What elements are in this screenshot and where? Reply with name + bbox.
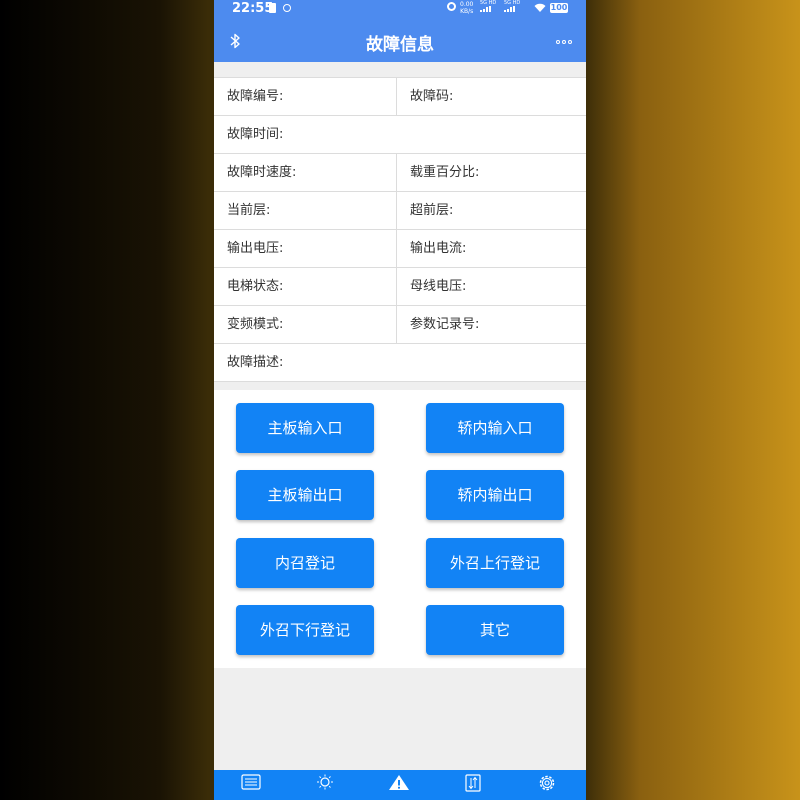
signal-1-icon: 5G HD: [480, 0, 496, 12]
fault-no-label: 故障编号:: [214, 78, 397, 115]
inner-call-button[interactable]: 内召登记: [236, 538, 374, 588]
sliders-icon: [241, 774, 261, 790]
nav-item-transfer[interactable]: [436, 774, 510, 792]
status-time: 22:55: [232, 1, 274, 16]
advance-floor-label: 超前层:: [410, 203, 454, 218]
fault-speed-label: 故障时速度:: [214, 154, 397, 191]
gear-icon: [539, 775, 555, 791]
fault-desc-label: 故障描述:: [227, 355, 284, 370]
table-row: 电梯状态: 母线电压:: [214, 268, 586, 306]
bottom-nav: [214, 770, 586, 800]
warning-icon: [389, 775, 409, 790]
table-row: 变频模式: 参数记录号:: [214, 306, 586, 344]
outer-call-down-button[interactable]: 外召下行登记: [236, 605, 374, 655]
load-percent-label: 载重百分比:: [410, 165, 480, 180]
more-icon[interactable]: [556, 40, 572, 44]
app-bar: 故障信息: [214, 18, 586, 62]
table-row: 输出电压: 输出电流:: [214, 230, 586, 268]
table-row: 故障时速度: 载重百分比:: [214, 154, 586, 192]
car-input-button[interactable]: 轿内输入口: [426, 403, 564, 453]
car-output-button[interactable]: 轿内输出口: [426, 470, 564, 520]
table-row: 故障时间:: [214, 116, 586, 154]
elevator-status-label: 电梯状态:: [214, 268, 397, 305]
fault-time-label: 故障时间:: [227, 127, 284, 142]
output-voltage-label: 输出电压:: [214, 230, 397, 267]
io-button-panel: 主板输入口 轿内输入口 主板输出口 轿内输出口 内召登记 外召上行登记 外召下行…: [214, 390, 586, 668]
bus-voltage-label: 母线电压:: [410, 279, 467, 294]
net-speed-unit: KB/s: [460, 8, 474, 15]
phone-screen: 22:55 0.00 KB/s 5G HD 5G HD 100 故障信息 故障编…: [214, 0, 586, 800]
alarm-icon: [447, 2, 456, 11]
battery-icon: 100: [550, 3, 568, 13]
param-record-no-label: 参数记录号:: [410, 317, 480, 332]
net-speed: 0.00 KB/s: [460, 1, 473, 15]
nav-item-settings[interactable]: [510, 774, 584, 792]
fault-code-label: 故障码:: [410, 89, 454, 104]
table-row: 当前层: 超前层:: [214, 192, 586, 230]
vf-mode-label: 变频模式:: [214, 306, 397, 343]
outer-call-up-button[interactable]: 外召上行登记: [426, 538, 564, 588]
transfer-icon: [465, 774, 481, 792]
clipboard-icon: [269, 3, 276, 13]
net-speed-value: 0.00: [460, 1, 474, 8]
main-board-input-button[interactable]: 主板输入口: [236, 403, 374, 453]
current-floor-label: 当前层:: [214, 192, 397, 229]
wifi-icon: [534, 3, 546, 12]
other-button[interactable]: 其它: [426, 605, 564, 655]
nav-item-settings-list[interactable]: [214, 774, 288, 790]
nav-item-fault[interactable]: [362, 774, 436, 791]
table-row: 故障描述:: [214, 344, 586, 382]
location-icon: [283, 4, 291, 12]
nav-item-debug[interactable]: [288, 774, 362, 790]
main-board-output-button[interactable]: 主板输出口: [236, 470, 374, 520]
sun-icon: [317, 774, 333, 790]
fault-info-table: 故障编号: 故障码: 故障时间: 故障时速度: 载重百分比: 当前层: 超前层:…: [214, 77, 586, 382]
table-row: 故障编号: 故障码:: [214, 78, 586, 116]
output-current-label: 输出电流:: [410, 241, 467, 256]
page-title: 故障信息: [366, 35, 434, 55]
status-bar: 22:55 0.00 KB/s 5G HD 5G HD 100: [214, 0, 586, 18]
signal-2-icon: 5G HD: [504, 0, 520, 12]
